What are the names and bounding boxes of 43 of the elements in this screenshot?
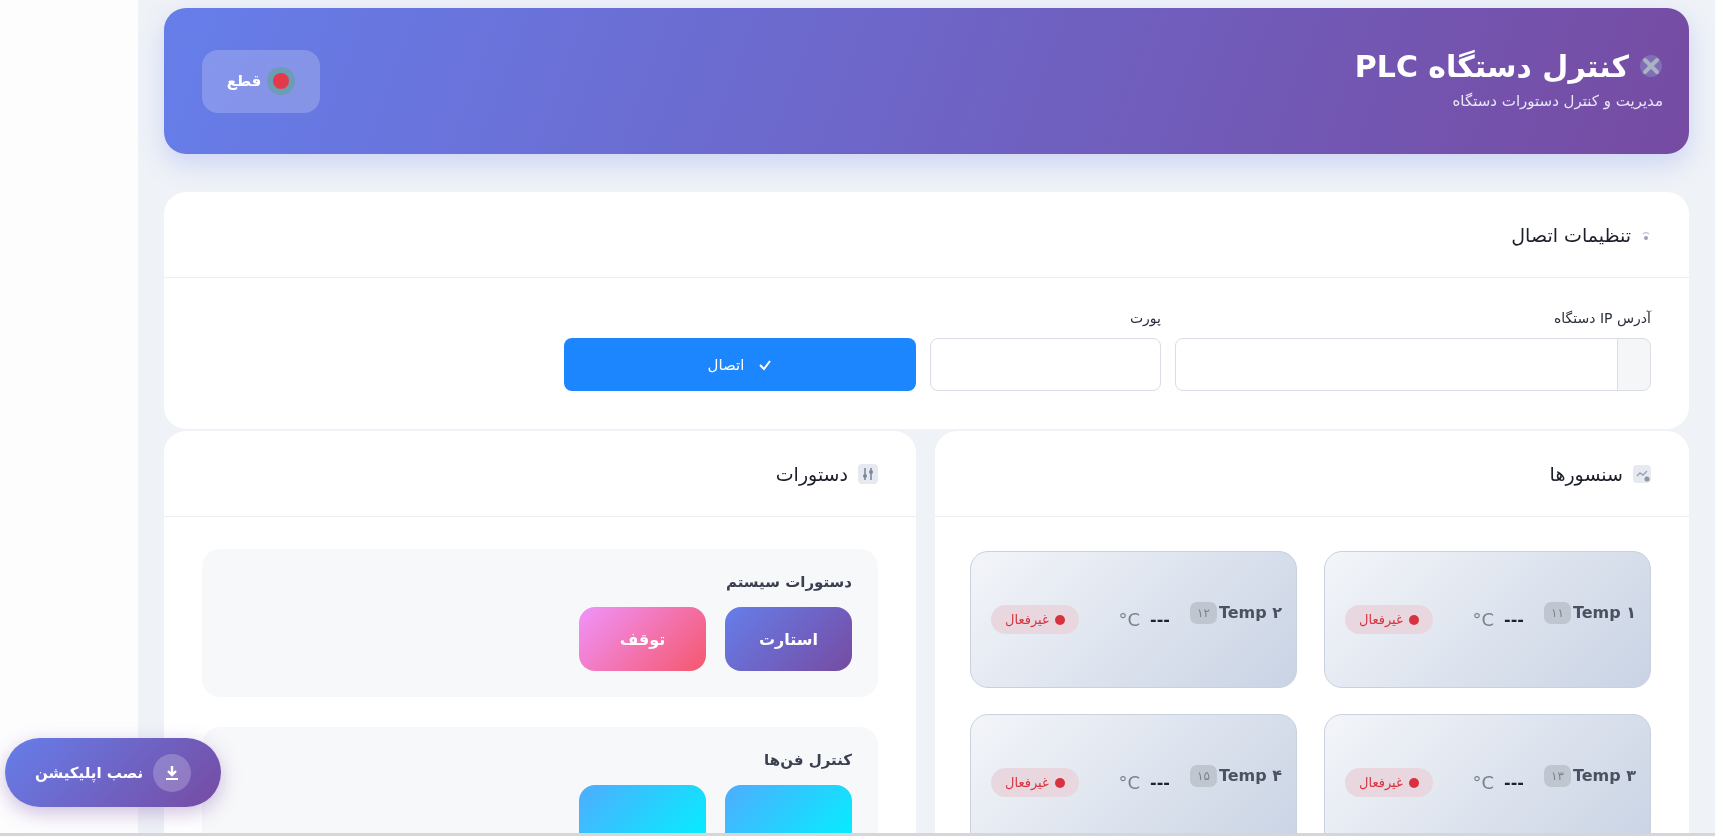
- download-icon: [165, 764, 180, 781]
- cross-tool-icon: [1639, 54, 1663, 78]
- section-title: سنسورها: [1549, 462, 1623, 485]
- chart-icon: [1633, 464, 1651, 483]
- ip-field[interactable]: [1175, 338, 1651, 391]
- unit-label: C°: [1472, 609, 1495, 630]
- start-button[interactable]: استارت: [725, 607, 852, 671]
- page-subtitle: مدیریت و کنترل دستورات دستگاه: [1451, 91, 1663, 110]
- sensor-value: ---: [1504, 610, 1524, 629]
- unit-label: C°: [1472, 772, 1495, 793]
- status-pill: غیرفعال: [991, 605, 1079, 634]
- status-pill: غیرفعال: [1345, 605, 1433, 634]
- group-title: دستورات سیستم: [724, 573, 852, 591]
- sensor-number: ۱۵: [1190, 764, 1217, 787]
- unit-label: C°: [1118, 609, 1141, 630]
- sensor-number: ۱۲: [1190, 601, 1217, 624]
- field-label: آدرس IP دستگاه: [1553, 310, 1651, 326]
- sensor-number: ۱۱: [1544, 601, 1571, 624]
- sensor-number: ۱۳: [1544, 764, 1571, 787]
- port-field[interactable]: [930, 338, 1161, 391]
- install-app-button[interactable]: نصب اپلیکیشن: [5, 738, 221, 807]
- disconnect-button[interactable]: قطع: [202, 49, 320, 113]
- sensor-value: ---: [1150, 610, 1170, 629]
- page-title: کنترل دستگاه PLC: [1354, 48, 1629, 84]
- sliders-icon: [858, 463, 878, 484]
- group-title: کنترل فن‌ها: [763, 751, 852, 769]
- fan-button[interactable]: [579, 785, 706, 833]
- sensor-name: Temp ۲: [1218, 603, 1282, 622]
- sensor-name: Temp ۱: [1572, 603, 1636, 622]
- sensor-value: ---: [1504, 773, 1524, 792]
- status-pill: غیرفعال: [1345, 768, 1433, 797]
- sensor-name: Temp ۳: [1572, 766, 1636, 785]
- stop-button[interactable]: توقف: [579, 607, 706, 671]
- section-title: تنظیمات اتصال: [1511, 223, 1631, 246]
- status-pill: غیرفعال: [991, 768, 1079, 797]
- check-icon: [758, 358, 773, 371]
- unit-label: C°: [1118, 772, 1141, 793]
- connect-button[interactable]: اتصال: [564, 338, 916, 391]
- fan-button[interactable]: [725, 785, 852, 833]
- section-title: دستورات: [775, 462, 848, 485]
- sensor-value: ---: [1150, 773, 1170, 792]
- field-label: پورت: [1128, 310, 1161, 326]
- sensor-name: Temp ۴: [1218, 766, 1282, 785]
